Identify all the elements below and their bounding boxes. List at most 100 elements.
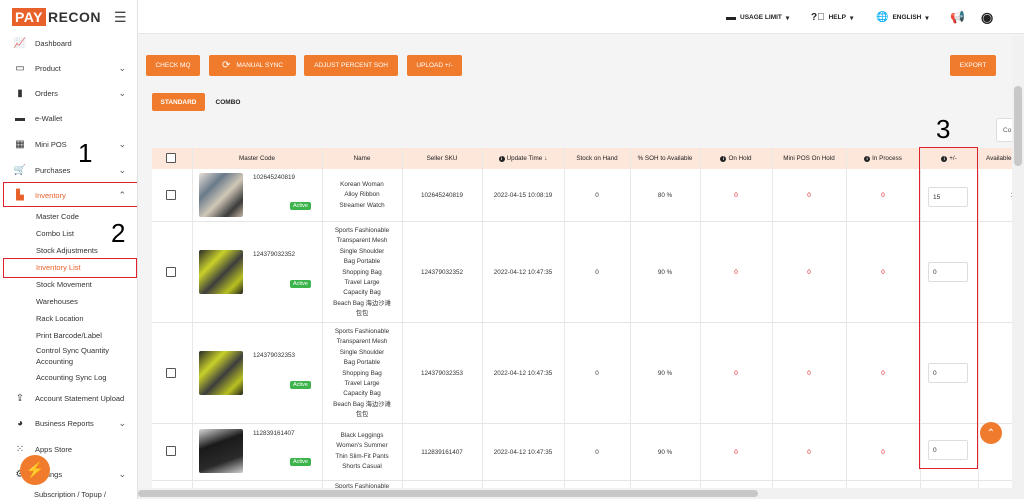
sidebar-item-apps-store[interactable]: ⁙ Apps Store xyxy=(0,438,137,460)
sort-arrow-icon: ↓ xyxy=(544,155,548,162)
messenger-chat-button[interactable]: ⚡ xyxy=(20,455,50,485)
sidebar-item-business-reports[interactable]: ◕ Business Reports ⌄ xyxy=(0,412,137,434)
tab-standard[interactable]: STANDARD xyxy=(152,93,205,111)
check-mq-label: CHECK MQ xyxy=(155,62,191,69)
chevron-down-icon: ⌄ xyxy=(118,164,126,175)
sidebar-item-product[interactable]: ▭ Product ⌄ xyxy=(0,57,137,79)
scrollbar-thumb[interactable] xyxy=(1014,86,1022,166)
product-thumbnail xyxy=(199,250,243,294)
in-process: 0 xyxy=(881,269,885,276)
annotation-1: 1 xyxy=(78,138,93,168)
header-label: On Hold xyxy=(728,155,752,162)
sub-item-control-sync[interactable]: Control Sync Quantity xyxy=(36,346,109,356)
sidebar-item-dashboard[interactable]: 📈 Dashboard xyxy=(0,32,137,54)
column-divider xyxy=(846,148,847,494)
sidebar-item-label: Product xyxy=(35,63,61,73)
row-checkbox[interactable] xyxy=(166,190,176,200)
header-soh-to-available[interactable]: % SOH to Available xyxy=(630,148,700,169)
header-label: Update Time xyxy=(506,155,543,162)
sub-item-stock-movement[interactable]: Stock Movement xyxy=(36,280,92,290)
upload-adjustment-button[interactable]: UPLOAD +/- xyxy=(407,55,462,76)
master-code: 102645240819 xyxy=(253,174,296,181)
chevron-up-icon: ⌃ xyxy=(986,427,996,439)
in-process: 0 xyxy=(881,192,885,199)
sub-item-stock-adjustments[interactable]: Stock Adjustments xyxy=(36,246,98,256)
highlight-box-inventory-list xyxy=(3,258,137,278)
row-checkbox[interactable] xyxy=(166,267,176,277)
user-icon: ◉ xyxy=(981,9,994,25)
profile-button[interactable]: ◉ xyxy=(981,9,993,26)
in-process: 0 xyxy=(881,370,885,377)
highlight-box-adjustment-column xyxy=(919,147,978,469)
sub-item-subscription[interactable]: Subscription / Topup / xyxy=(34,490,106,499)
soh-percent: 80 % xyxy=(657,192,673,199)
header-label: Name xyxy=(353,155,371,162)
soh-percent: 90 % xyxy=(657,449,673,456)
product-name: Korean Woman Alloy Ribbon Streamer Watch xyxy=(339,181,385,209)
adjust-percent-soh-button[interactable]: ADJUST PERCENT SOH xyxy=(304,55,398,76)
header-in-process[interactable]: i In Process xyxy=(846,148,920,169)
row-checkbox[interactable] xyxy=(166,446,176,456)
check-mq-button[interactable]: CHECK MQ xyxy=(146,55,200,76)
caret-down-icon: ▾ xyxy=(849,14,854,22)
product-thumbnail xyxy=(199,351,243,395)
header-label: Mini POS On Hold xyxy=(783,155,835,162)
chevron-down-icon: ⌄ xyxy=(118,62,126,73)
logo[interactable]: PAY RECON ☰ xyxy=(0,0,137,34)
sub-item-print-barcode[interactable]: Print Barcode/Label xyxy=(36,331,102,341)
select-all-checkbox[interactable] xyxy=(166,153,176,163)
scrollbar-thumb[interactable] xyxy=(138,490,758,497)
help-menu[interactable]: ?⃝ HELP ▾ xyxy=(811,12,853,23)
header-available[interactable]: Available xyxy=(978,148,1014,169)
row-checkbox[interactable] xyxy=(166,368,176,378)
available: 1 xyxy=(978,169,1014,222)
mini-pos-on-hold: 0 xyxy=(807,192,811,199)
header-on-hold[interactable]: i On Hold xyxy=(700,148,772,169)
sidebar-item-account-statement[interactable]: ⇪ Account Statement Upload xyxy=(0,387,137,409)
sub-item-warehouses[interactable]: Warehouses xyxy=(36,297,78,307)
header-seller-sku[interactable]: Seller SKU xyxy=(402,148,482,169)
adjust-label: ADJUST PERCENT SOH xyxy=(314,62,388,69)
scroll-to-top-button[interactable]: ⌃ xyxy=(980,422,1002,444)
header-update-time[interactable]: i Update Time ↓ xyxy=(482,148,564,169)
product-name: Sports Fashionable Transparent Mesh Sing… xyxy=(333,328,391,419)
sub-item-accounting[interactable]: Accounting xyxy=(36,357,73,367)
header-master-code[interactable]: Master Code xyxy=(192,148,322,169)
sidebar-item-purchases[interactable]: 🛒 Purchases ⌄ xyxy=(0,159,137,181)
seller-sku: 124379032353 xyxy=(420,370,464,377)
seller-sku: 124379032352 xyxy=(420,269,464,276)
table-row: 112839161407 Active Black Leggings Women… xyxy=(152,424,1014,481)
menu-icon[interactable]: ☰ xyxy=(114,9,127,26)
horizontal-scrollbar[interactable] xyxy=(138,488,1012,499)
sub-item-accounting-sync-log[interactable]: Accounting Sync Log xyxy=(36,373,106,383)
language-menu[interactable]: 🌐 ENGLISH ▾ xyxy=(876,12,929,23)
sidebar-item-orders[interactable]: ▮ Orders ⌄ xyxy=(0,82,137,104)
usage-icon: ▬ xyxy=(726,12,736,23)
sidebar-item-mini-pos[interactable]: ▦ Mini POS ⌄ xyxy=(0,133,137,155)
upload-label: UPLOAD +/- xyxy=(416,62,453,69)
vertical-scrollbar[interactable] xyxy=(1012,36,1024,499)
tab-combo[interactable]: COMBO xyxy=(210,93,246,111)
update-time: 2022-04-12 10:47:35 xyxy=(493,449,553,456)
sidebar: PAY RECON ☰ 📈 Dashboard ▭ Product ⌄ ▮ Orders… xyxy=(0,0,138,499)
header-mini-pos-on-hold[interactable]: Mini POS On Hold xyxy=(772,148,846,169)
usage-limit-menu[interactable]: ▬ USAGE LIMIT ▾ xyxy=(726,12,789,23)
header-name[interactable]: Name xyxy=(322,148,402,169)
help-icon: ?⃝ xyxy=(811,12,825,23)
on-hold: 0 xyxy=(734,370,738,377)
sidebar-item-ewallet[interactable]: ▬ e-Wallet xyxy=(0,107,137,129)
product-name: Sports Fashionable Transparent Mesh Sing… xyxy=(333,227,391,318)
sub-item-combo-list[interactable]: Combo List xyxy=(36,229,74,239)
sub-item-rack-location[interactable]: Rack Location xyxy=(36,314,84,324)
wallet-icon: ▬ xyxy=(15,112,25,124)
logo-pay: PAY xyxy=(12,8,46,26)
export-button[interactable]: EXPORT xyxy=(950,55,996,76)
sub-item-master-code[interactable]: Master Code xyxy=(36,212,79,222)
header-label: Stock on Hand xyxy=(576,155,618,162)
announcement-button[interactable]: 📢 xyxy=(950,10,965,24)
column-divider xyxy=(978,148,979,494)
globe-icon: 🌐 xyxy=(876,12,889,23)
header-label: % SOH to Available xyxy=(637,155,693,162)
manual-sync-button[interactable]: ⟳ MANUAL SYNC xyxy=(209,55,296,76)
header-stock-on-hand[interactable]: Stock on Hand xyxy=(564,148,630,169)
